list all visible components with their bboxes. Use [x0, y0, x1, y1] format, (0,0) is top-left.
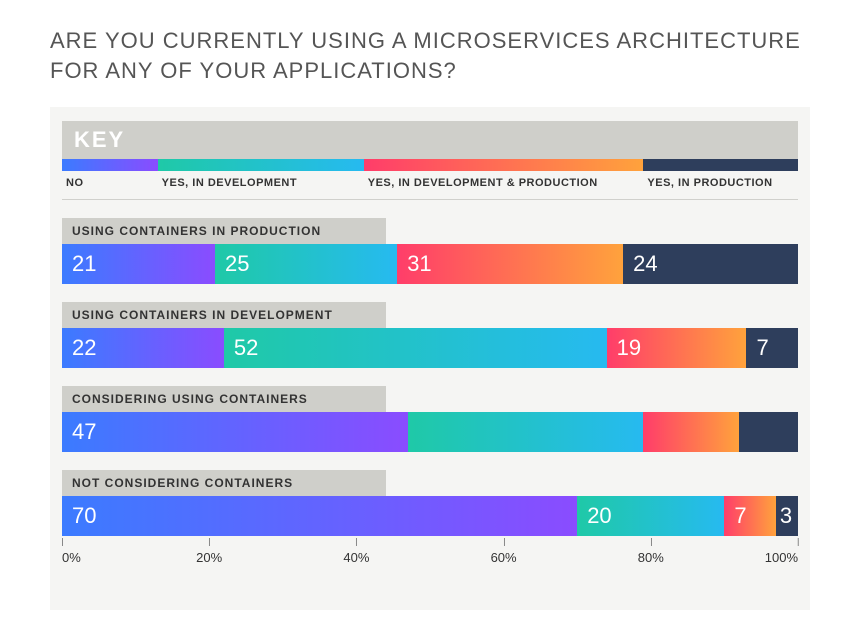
legend-label: YES, IN DEVELOPMENT & PRODUCTION [364, 177, 644, 189]
bar-segment: 70 [62, 496, 577, 536]
bar-group: CONSIDERING USING CONTAINERS47 [62, 386, 798, 452]
bar-segment [408, 412, 644, 452]
chart-container: KEY NOYES, IN DEVELOPMENTYES, IN DEVELOP… [50, 107, 810, 610]
axis-tick: 20% [196, 550, 222, 565]
legend-label: YES, IN PRODUCTION [643, 177, 798, 189]
x-axis: 0% 20% 40% 60% 80% 100% [62, 550, 798, 580]
bar-segment: 19 [607, 328, 747, 368]
axis-tick: 60% [491, 550, 517, 565]
stacked-bar: 21253124 [62, 244, 798, 284]
bar-segment [739, 412, 798, 452]
bar-segment: 21 [62, 244, 215, 284]
bar-group-label: USING CONTAINERS IN DEVELOPMENT [62, 302, 386, 328]
bar-group-label: NOT CONSIDERING CONTAINERS [62, 470, 386, 496]
axis-tick: 100% [765, 550, 798, 565]
stacked-bar: 702073 [62, 496, 798, 536]
legend-swatch [158, 159, 364, 171]
bar-group-label: USING CONTAINERS IN PRODUCTION [62, 218, 386, 244]
bar-segment: 47 [62, 412, 408, 452]
bar-segment: 20 [577, 496, 724, 536]
bar-group: USING CONTAINERS IN PRODUCTION21253124 [62, 218, 798, 284]
legend-swatch [643, 159, 798, 171]
stacked-bar: 47 [62, 412, 798, 452]
bar-group: USING CONTAINERS IN DEVELOPMENT2252197 [62, 302, 798, 368]
bar-group-label: CONSIDERING USING CONTAINERS [62, 386, 386, 412]
bar-group: NOT CONSIDERING CONTAINERS702073 [62, 470, 798, 536]
legend-swatch [62, 159, 158, 171]
legend-label: NO [62, 177, 158, 189]
bar-segment: 22 [62, 328, 224, 368]
legend-swatch [364, 159, 644, 171]
bar-segment: 52 [224, 328, 607, 368]
bar-segment: 7 [724, 496, 776, 536]
page-title: ARE YOU CURRENTLY USING A MICROSERVICES … [50, 26, 810, 85]
axis-tick: 80% [638, 550, 664, 565]
legend-labels: NOYES, IN DEVELOPMENTYES, IN DEVELOPMENT… [62, 171, 798, 200]
stacked-bar: 2252197 [62, 328, 798, 368]
axis-tick: 40% [343, 550, 369, 565]
legend-header: KEY [62, 121, 798, 159]
bar-segment [643, 412, 739, 452]
bar-segment: 24 [623, 244, 798, 284]
legend-label: YES, IN DEVELOPMENT [158, 177, 364, 189]
bar-segment: 3 [776, 496, 798, 536]
bar-segment: 31 [397, 244, 623, 284]
bar-segment: 7 [746, 328, 798, 368]
bar-segment: 25 [215, 244, 397, 284]
axis-tick: 0% [62, 550, 81, 565]
legend-color-bar [62, 159, 798, 171]
